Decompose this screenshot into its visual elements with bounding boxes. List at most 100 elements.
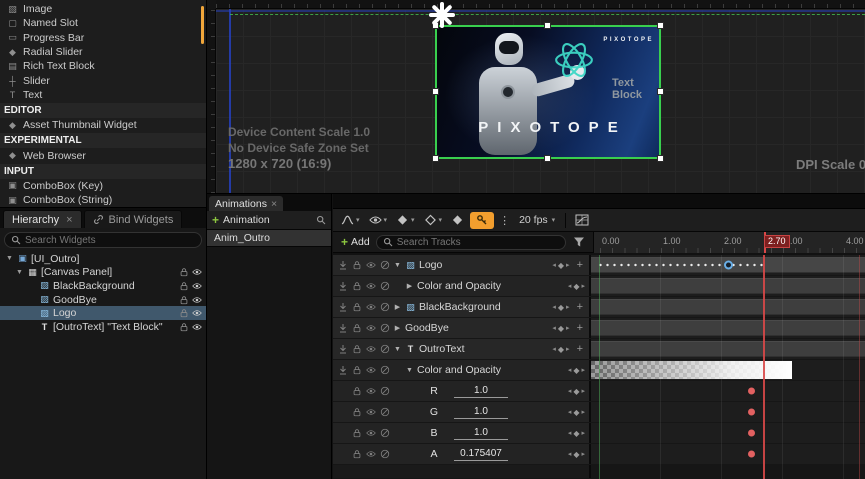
track-section-bar[interactable] (591, 320, 865, 336)
add-keyframe-icon[interactable]: ◆ (573, 387, 579, 396)
lock-icon[interactable] (352, 428, 362, 438)
palette-scrollbar[interactable] (201, 6, 204, 44)
filter-icon[interactable] (572, 236, 586, 248)
lock-icon[interactable] (352, 449, 362, 459)
next-key-icon[interactable]: ▸ (566, 261, 570, 269)
hierarchy-row-goodbye[interactable]: ▨ GoodBye (0, 293, 206, 307)
add-keyframe-icon[interactable]: ◆ (573, 450, 579, 459)
timeline-ruler[interactable]: 0.00 1.00 2.00 3.00 4.00 2.70 (593, 232, 865, 253)
eye-icon[interactable] (366, 323, 376, 333)
add-key-icon[interactable] (338, 302, 348, 312)
lock-icon[interactable] (179, 308, 189, 318)
add-keyframe-icon[interactable]: ◆ (573, 429, 579, 438)
resize-handle[interactable] (432, 88, 439, 95)
add-section-icon[interactable]: + (577, 343, 589, 355)
keyframe-dot[interactable] (748, 388, 755, 395)
close-icon[interactable]: × (66, 214, 72, 226)
track-row-goodbye[interactable]: ▶ GoodBye ◂ ◆ ▸ + (333, 318, 865, 338)
add-keyframe-icon[interactable]: ◆ (573, 408, 579, 417)
track-search-input[interactable] (397, 237, 559, 248)
track-name[interactable]: G 1.0 ◂ ◆ ▸ (333, 402, 591, 422)
eye-icon[interactable] (366, 428, 376, 438)
next-key-icon[interactable]: ▸ (581, 408, 585, 416)
mute-icon[interactable] (380, 344, 390, 354)
mute-icon[interactable] (380, 365, 390, 375)
palette-item-asset-thumbnail[interactable]: ◆Asset Thumbnail Widget (0, 118, 206, 132)
next-key-icon[interactable]: ▸ (581, 387, 585, 395)
track-name[interactable]: ▼ T OutroText ◂ ◆ ▸ + (333, 339, 591, 359)
prev-key-icon[interactable]: ◂ (552, 345, 556, 353)
lock-icon[interactable] (352, 323, 362, 333)
add-keyframe-icon[interactable]: ◆ (573, 366, 579, 375)
hierarchy-row-blackbackground[interactable]: ▨ BlackBackground (0, 279, 206, 293)
track-lane[interactable] (591, 360, 865, 380)
curve-options-button[interactable]: ▾ (338, 211, 363, 229)
resize-handle[interactable] (657, 22, 664, 29)
add-key-icon[interactable] (338, 281, 348, 291)
lock-icon[interactable] (352, 281, 362, 291)
more-options-icon[interactable]: ⋮ (497, 214, 512, 227)
view-options-button[interactable]: ▾ (366, 211, 391, 229)
add-key-icon[interactable] (338, 260, 348, 270)
track-section-bar[interactable] (591, 299, 865, 315)
tab-hierarchy[interactable]: Hierarchy × (3, 210, 82, 228)
next-key-icon[interactable]: ▸ (581, 429, 585, 437)
fps-dropdown[interactable]: 20 fps ▾ (515, 214, 559, 226)
track-section-bar[interactable] (591, 278, 865, 294)
close-icon[interactable]: × (271, 198, 277, 210)
track-name[interactable]: ▼ Color and Opacity ◂ ◆ ▸ (333, 360, 591, 380)
track-row-outrotext-color-opacity[interactable]: ▼ Color and Opacity ◂ ◆ ▸ (333, 360, 865, 380)
text-block-widget-label[interactable]: Text Block (612, 77, 659, 101)
lock-icon[interactable] (352, 386, 362, 396)
track-lane[interactable] (591, 276, 865, 296)
expander-icon[interactable]: ▶ (405, 282, 414, 290)
eye-icon[interactable] (366, 302, 376, 312)
next-key-icon[interactable]: ▸ (581, 366, 585, 374)
eye-icon[interactable] (192, 295, 202, 305)
channel-value[interactable]: 1.0 (454, 384, 508, 398)
curve-editor-button[interactable] (572, 211, 592, 229)
add-section-icon[interactable]: + (577, 301, 589, 313)
add-keyframe-icon[interactable]: ◆ (573, 282, 579, 291)
palette-item-image[interactable]: ▧Image (0, 2, 206, 16)
selected-image-widget[interactable]: PIXOTOPE Text Block PIXOTOPE (435, 25, 661, 159)
track-lane[interactable] (591, 444, 865, 464)
palette-item-slider[interactable]: ┼Slider (0, 73, 206, 87)
palette-item-combobox-key[interactable]: ▣ComboBox (Key) (0, 179, 206, 193)
eye-icon[interactable] (366, 365, 376, 375)
prev-key-icon[interactable]: ◂ (568, 450, 572, 458)
palette-category-editor[interactable]: EDITOR (0, 103, 206, 118)
resize-handle[interactable] (657, 88, 664, 95)
mute-icon[interactable] (380, 323, 390, 333)
palette-item-progress-bar[interactable]: ▭Progress Bar (0, 31, 206, 45)
palette-item-rich-text-block[interactable]: ▤Rich Text Block (0, 59, 206, 73)
eye-icon[interactable] (366, 344, 376, 354)
track-lane[interactable] (591, 381, 865, 401)
keyframe-options-button[interactable]: ▾ (421, 211, 446, 229)
hierarchy-row-canvas-panel[interactable]: ▼ ▦ [Canvas Panel] (0, 266, 206, 280)
lock-icon[interactable] (179, 295, 189, 305)
track-row-blackbackground[interactable]: ▶ ▨ BlackBackground ◂ ◆ ▸ + (333, 297, 865, 317)
track-name[interactable]: B 1.0 ◂ ◆ ▸ (333, 423, 591, 443)
prev-key-icon[interactable]: ◂ (552, 324, 556, 332)
channel-value[interactable]: 0.175407 (454, 447, 508, 461)
track-row-logo[interactable]: ▼ ▨ Logo ◂ ◆ ▸ + (333, 255, 865, 275)
playhead-flag[interactable]: 2.70 (764, 235, 790, 248)
palette-item-text[interactable]: TText (0, 88, 206, 102)
lock-icon[interactable] (179, 267, 189, 277)
next-key-icon[interactable]: ▸ (566, 345, 570, 353)
resize-handle[interactable] (657, 155, 664, 162)
resize-handle[interactable] (544, 22, 551, 29)
lock-icon[interactable] (352, 344, 362, 354)
mute-icon[interactable] (380, 302, 390, 312)
track-name[interactable]: ▶ ▨ BlackBackground ◂ ◆ ▸ + (333, 297, 591, 317)
track-row-channel-g[interactable]: G 1.0 ◂ ◆ ▸ (333, 402, 865, 422)
next-key-icon[interactable]: ▸ (566, 324, 570, 332)
new-animation-button[interactable]: Animation (223, 214, 270, 226)
hierarchy-search-input[interactable] (25, 235, 195, 246)
designer-viewport[interactable]: PIXOTOPE Text Block PIXOTOPE Device Cont… (207, 0, 865, 194)
hierarchy-row-logo[interactable]: ▨ Logo (0, 306, 206, 320)
opacity-fade-section[interactable] (591, 361, 792, 379)
palette-category-experimental[interactable]: EXPERIMENTAL (0, 133, 206, 148)
lock-icon[interactable] (352, 365, 362, 375)
